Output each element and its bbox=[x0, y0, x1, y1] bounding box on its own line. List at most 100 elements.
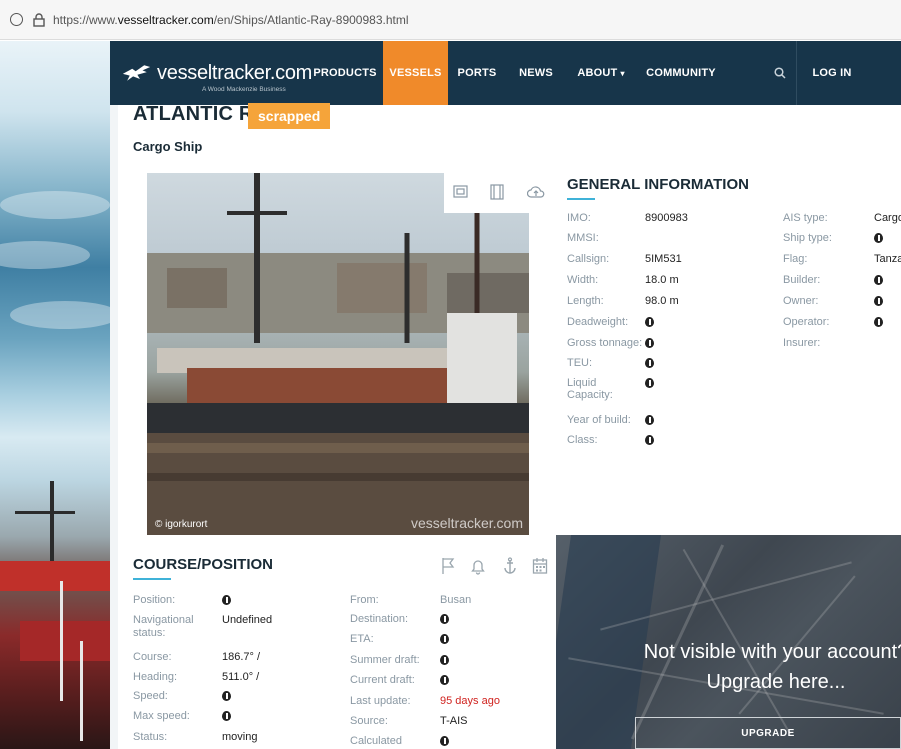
upgrade-button[interactable]: UPGRADE bbox=[635, 717, 901, 749]
url-text[interactable]: https://www.vesseltracker.com/en/Ships/A… bbox=[53, 13, 409, 27]
nav-about-label: ABOUT bbox=[577, 67, 618, 79]
builder-label: Builder: bbox=[783, 274, 821, 286]
calculated-label: Calculated bbox=[350, 735, 402, 747]
info-icon[interactable] bbox=[440, 654, 449, 666]
source-label: Source: bbox=[350, 715, 388, 727]
teu-label: TEU: bbox=[567, 357, 593, 369]
info-icon[interactable] bbox=[222, 710, 231, 722]
cloud-upload-icon[interactable] bbox=[527, 184, 545, 200]
width-label: Width: bbox=[567, 274, 599, 286]
map-message-line2: Upgrade here... bbox=[706, 671, 846, 693]
deadweight-label: Deadweight: bbox=[567, 316, 629, 328]
info-icon[interactable] bbox=[645, 316, 654, 328]
bell-icon[interactable] bbox=[470, 557, 486, 575]
content-edge bbox=[110, 41, 118, 749]
length-label: Length: bbox=[567, 295, 604, 307]
info-icon[interactable] bbox=[874, 316, 883, 328]
last-update-value: 95 days ago bbox=[440, 695, 500, 707]
eta-label: ETA: bbox=[350, 633, 374, 645]
operator-label: Operator: bbox=[783, 316, 830, 328]
film-icon[interactable] bbox=[489, 184, 505, 200]
info-icon[interactable] bbox=[440, 674, 449, 686]
main-navbar: vesseltracker.com A Wood Mackenzie Busin… bbox=[110, 41, 901, 105]
imo-label: IMO: bbox=[567, 212, 591, 224]
info-icon[interactable] bbox=[645, 377, 654, 389]
info-icon[interactable] bbox=[440, 633, 449, 645]
nav-status-label: Navigational status: bbox=[133, 614, 194, 639]
owner-label: Owner: bbox=[783, 295, 819, 307]
site-info-icon[interactable] bbox=[10, 13, 23, 26]
current-draft-label: Current draft: bbox=[350, 674, 415, 686]
vesseltracker-logo-icon bbox=[122, 65, 151, 81]
map-message-line1: Not visible with your account? bbox=[643, 641, 901, 663]
ais-type-label: AIS type: bbox=[783, 212, 828, 224]
source-value: T-AIS bbox=[440, 715, 468, 727]
title-underline bbox=[133, 578, 171, 580]
info-icon[interactable] bbox=[440, 735, 449, 747]
anchor-icon[interactable] bbox=[502, 557, 518, 575]
info-icon[interactable] bbox=[440, 613, 449, 625]
mmsi-label: MMSI: bbox=[567, 232, 599, 244]
calendar-icon[interactable] bbox=[532, 557, 548, 575]
info-icon[interactable] bbox=[645, 414, 654, 426]
photo-credit: © igorkurort bbox=[155, 519, 208, 530]
from-value: Busan bbox=[440, 594, 472, 606]
callsign-value: 5IM531 bbox=[645, 253, 682, 265]
info-icon[interactable] bbox=[645, 357, 654, 369]
status-value: moving bbox=[222, 731, 258, 743]
nav-about[interactable]: ABOUT ▾ bbox=[570, 41, 632, 105]
info-icon[interactable] bbox=[874, 295, 883, 307]
nav-ports[interactable]: PORTS bbox=[452, 41, 502, 105]
logo-text: vesseltracker.com bbox=[157, 62, 312, 84]
nav-separator bbox=[796, 41, 797, 105]
info-icon[interactable] bbox=[874, 232, 883, 244]
map-upgrade-message: Not visible with your account? Upgrade h… bbox=[641, 637, 901, 697]
ship-photo[interactable]: © igorkurort vesseltracker.com bbox=[147, 173, 529, 535]
flag-icon[interactable] bbox=[440, 557, 456, 575]
nav-vessels[interactable]: VESSELS bbox=[383, 41, 448, 105]
info-icon[interactable] bbox=[222, 690, 231, 702]
general-info-title: GENERAL INFORMATION bbox=[567, 176, 749, 193]
info-icon[interactable] bbox=[645, 434, 654, 446]
gross-tonnage-label: Gross tonnage: bbox=[567, 337, 643, 349]
insurer-label: Insurer: bbox=[783, 337, 821, 349]
info-icon[interactable] bbox=[874, 274, 883, 286]
nav-news[interactable]: NEWS bbox=[513, 41, 559, 105]
last-update-label: Last update: bbox=[350, 695, 411, 707]
logo-tagline: A Wood Mackenzie Business bbox=[202, 86, 286, 93]
ship-photo-illustration bbox=[147, 173, 529, 535]
length-value: 98.0 m bbox=[645, 295, 679, 307]
flag-value: Tanza bbox=[874, 253, 901, 265]
status-badge: scrapped bbox=[248, 103, 331, 129]
ship-type: Cargo Ship bbox=[133, 139, 203, 154]
destination-label: Destination: bbox=[350, 613, 409, 625]
max-speed-label: Max speed: bbox=[133, 710, 190, 722]
photo-toolbar bbox=[444, 173, 556, 213]
status-label: Status: bbox=[133, 731, 168, 743]
background-sea-image bbox=[0, 41, 110, 749]
gallery-icon[interactable] bbox=[453, 184, 469, 200]
course-position-title: COURSE/POSITION bbox=[133, 556, 274, 573]
liquid-capacity-label: Liquid Capacity: bbox=[567, 377, 613, 401]
search-icon[interactable] bbox=[766, 41, 794, 105]
caret-down-icon: ▾ bbox=[620, 68, 625, 78]
nav-community[interactable]: COMMUNITY bbox=[640, 41, 722, 105]
logo[interactable]: vesseltracker.com A Wood Mackenzie Busin… bbox=[122, 62, 312, 93]
login-link[interactable]: LOG IN bbox=[802, 41, 862, 105]
info-icon[interactable] bbox=[222, 594, 231, 606]
nav-products[interactable]: PRODUCTS bbox=[313, 41, 376, 105]
heading-label: Heading: bbox=[133, 671, 178, 683]
imo-value: 8900983 bbox=[645, 212, 688, 224]
speed-label: Speed: bbox=[133, 690, 168, 702]
class-label: Class: bbox=[567, 434, 598, 446]
info-icon[interactable] bbox=[645, 337, 654, 349]
flag-label: Flag: bbox=[783, 253, 808, 265]
course-label: Course: bbox=[133, 651, 172, 663]
heading-value: 511.0° / bbox=[222, 671, 260, 683]
callsign-label: Callsign: bbox=[567, 253, 610, 265]
position-label: Position: bbox=[133, 594, 176, 606]
width-value: 18.0 m bbox=[645, 274, 679, 286]
course-value: 186.7° / bbox=[222, 651, 261, 663]
ship-type-label: Ship type: bbox=[783, 232, 832, 244]
title-underline bbox=[567, 198, 595, 200]
